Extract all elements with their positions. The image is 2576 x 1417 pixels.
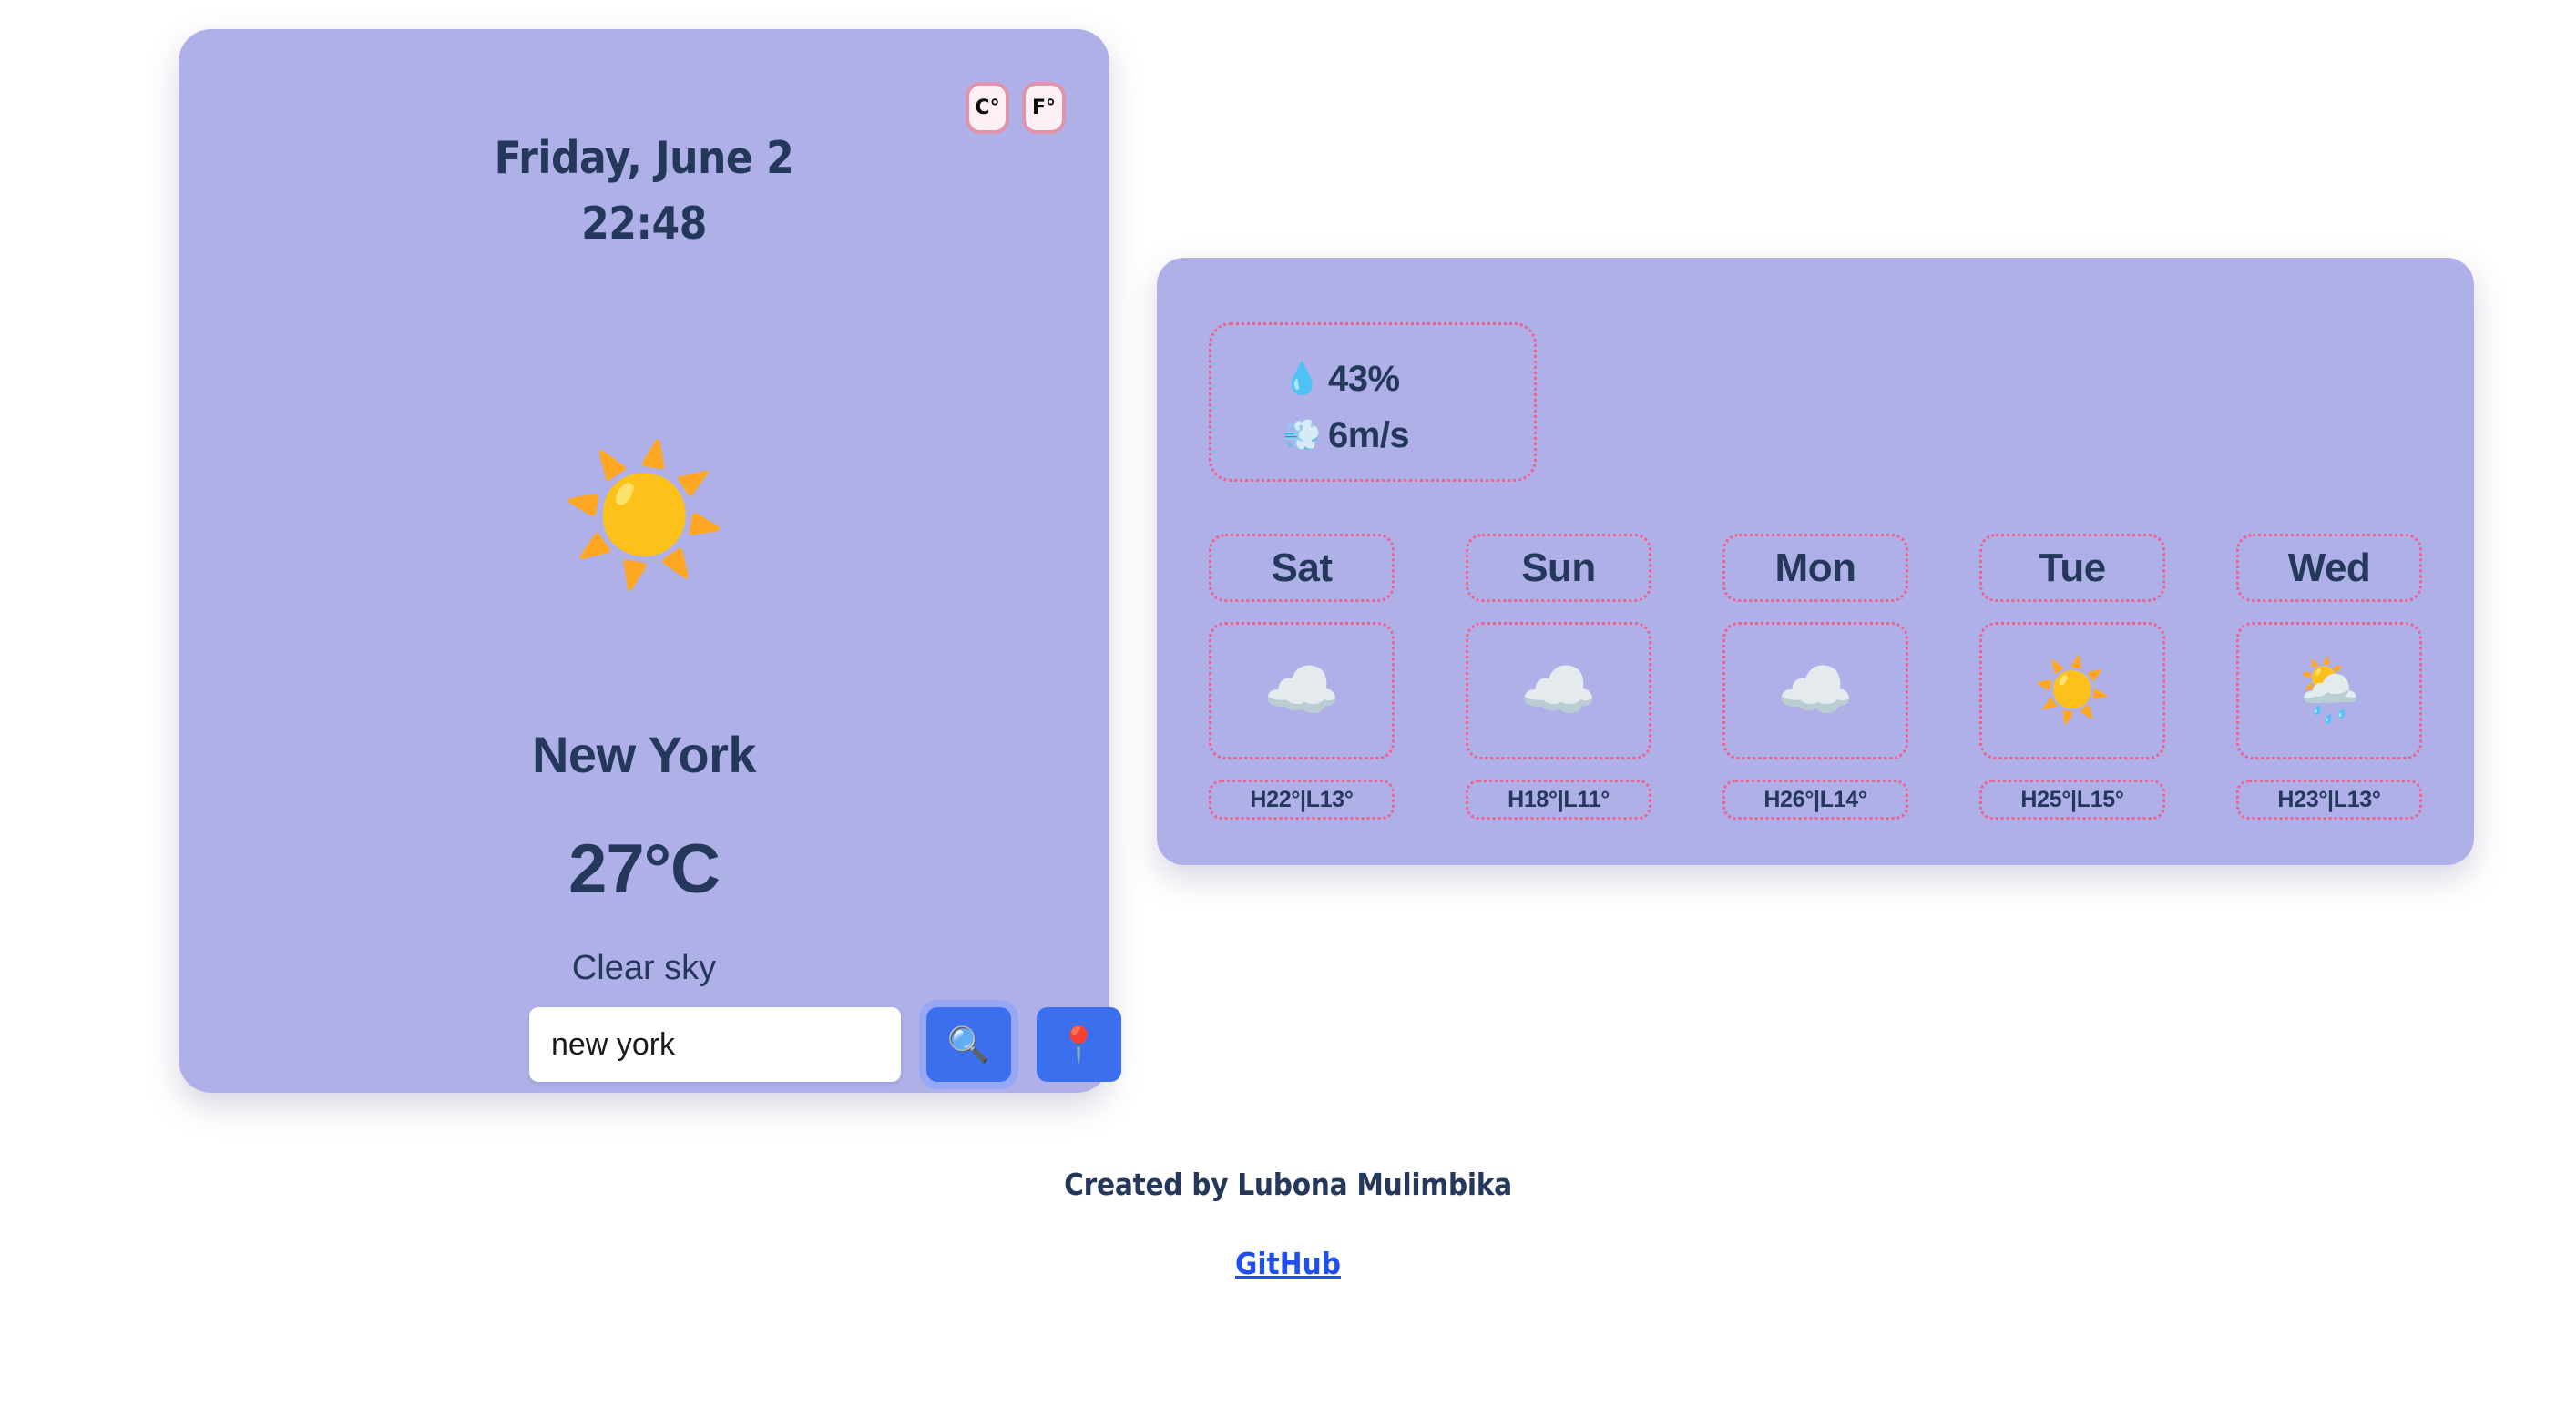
- unit-toggle-group: C° F°: [966, 82, 1066, 134]
- forecast-panel: 💧 43% 💨 6m/s Sat ☁️ H22°|L13° Sun ☁️ H18…: [1157, 258, 2474, 865]
- forecast-day-label: Tue: [1979, 534, 2165, 602]
- city-name: New York: [531, 726, 757, 783]
- github-link[interactable]: GitHub: [1235, 1246, 1341, 1281]
- forecast-day-wed: Wed 🌦️ H23°|L13°: [2236, 534, 2422, 820]
- current-weather-card: C° F° Friday, June 2 22:48 ☀️ New York 2…: [179, 29, 1121, 1093]
- forecast-day-sat: Sat ☁️ H22°|L13°: [1209, 534, 1395, 820]
- humidity-droplet-icon: 💧: [1283, 361, 1321, 397]
- geolocation-button[interactable]: 📍: [1037, 1007, 1121, 1082]
- current-temperature: 27°C: [568, 831, 721, 908]
- app-root: C° F° Friday, June 2 22:48 ☀️ New York 2…: [0, 0, 2576, 1417]
- forecast-day-mon: Mon ☁️ H26°|L14°: [1722, 534, 1908, 820]
- forecast-day-label: Wed: [2236, 534, 2422, 602]
- current-time: 22:48: [581, 198, 707, 250]
- conditions-box: 💧 43% 💨 6m/s: [1209, 322, 1537, 482]
- forecast-day-temps: H18°|L11°: [1466, 780, 1651, 820]
- search-input[interactable]: [529, 1007, 901, 1082]
- forecast-day-temps: H23°|L13°: [2236, 780, 2422, 820]
- current-date: Friday, June 2: [494, 132, 794, 184]
- search-row: 🔍 📍: [529, 1000, 1121, 1089]
- footer-link-wrapper: GitHub: [0, 1246, 2576, 1281]
- weather-description: Clear sky: [571, 949, 717, 987]
- forecast-day-temps: H25°|L15°: [1979, 780, 2165, 820]
- cloud-icon: ☁️: [1209, 622, 1395, 759]
- humidity-value: 43%: [1328, 358, 1400, 399]
- forecast-days-grid: Sat ☁️ H22°|L13° Sun ☁️ H18°|L11° Mon ☁️…: [1209, 534, 2422, 820]
- location-pin-icon: 📍: [1057, 1025, 1101, 1065]
- forecast-day-temps: H26°|L14°: [1722, 780, 1908, 820]
- forecast-day-label: Sat: [1209, 534, 1395, 602]
- sun-icon: ☀️: [1979, 622, 2165, 759]
- sun-icon: ☀️: [559, 437, 729, 594]
- fahrenheit-toggle-button[interactable]: F°: [1022, 82, 1066, 134]
- wind-icon: 💨: [1283, 417, 1321, 454]
- sun-behind-rain-cloud-icon: 🌦️: [2236, 622, 2422, 759]
- forecast-day-sun: Sun ☁️ H18°|L11°: [1466, 534, 1651, 820]
- forecast-day-label: Mon: [1722, 534, 1908, 602]
- footer-credit: Created by Lubona Mulimbika: [1064, 1167, 1512, 1202]
- celsius-toggle-button[interactable]: C°: [966, 82, 1009, 134]
- cloud-icon: ☁️: [1466, 622, 1651, 759]
- forecast-day-temps: H22°|L13°: [1209, 780, 1395, 820]
- search-icon: 🔍: [946, 1025, 991, 1065]
- cloud-icon: ☁️: [1722, 622, 1908, 759]
- forecast-day-label: Sun: [1466, 534, 1651, 602]
- search-button[interactable]: 🔍: [919, 1000, 1018, 1089]
- wind-row: 💨 6m/s: [1283, 407, 1534, 464]
- forecast-day-tue: Tue ☀️ H25°|L15°: [1979, 534, 2165, 820]
- wind-value: 6m/s: [1328, 414, 1410, 455]
- humidity-row: 💧 43%: [1283, 351, 1534, 407]
